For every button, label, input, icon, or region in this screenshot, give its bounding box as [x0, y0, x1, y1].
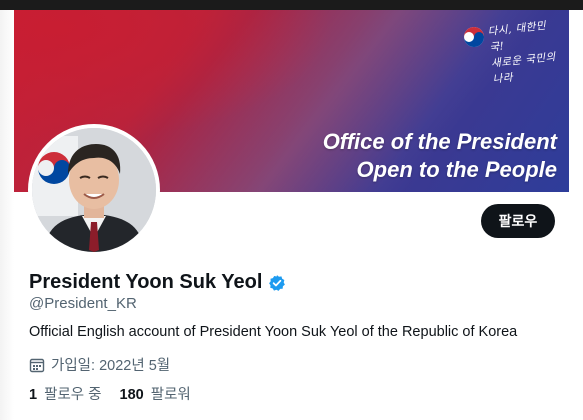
bio: Official English account of President Yo… [29, 324, 518, 340]
banner-logo: 다시, 대한민국! 새로운 국민의 나라 [463, 20, 556, 86]
joined-date: 가입일: 2022년 5월 [29, 354, 170, 375]
calendar-icon [29, 358, 45, 372]
handle: @President_KR [29, 295, 137, 312]
following-label: 팔로우 중 [44, 387, 102, 403]
banner-title: Office of the President Open to the Peop… [323, 128, 557, 184]
follow-stats: 1 팔로우 중 180 팔로워 [29, 383, 209, 404]
left-gutter [0, 10, 14, 420]
joined-date-text: 가입일: 2022년 5월 [51, 358, 171, 374]
avatar-photo [32, 128, 156, 252]
banner-slogan: 다시, 대한민국! 새로운 국민의 나라 [487, 17, 563, 88]
banner-title-line1: Office of the President [322, 129, 557, 154]
avatar[interactable] [28, 124, 160, 256]
followers-label: 팔로워 [150, 387, 191, 403]
taegeuk-logo-icon [464, 27, 484, 47]
following-count: 1 [29, 387, 38, 403]
profile-page: 다시, 대한민국! 새로운 국민의 나라 Office of the Presi… [0, 0, 583, 420]
verified-badge-icon[interactable] [268, 274, 286, 292]
banner-title-line2: Open to the People [356, 157, 557, 182]
following-stat[interactable]: 1 팔로우 중 [29, 383, 102, 404]
followers-stat[interactable]: 180 팔로워 [120, 383, 191, 404]
follow-button[interactable]: 팔로우 [481, 204, 555, 238]
display-name-text: President Yoon Suk Yeol [29, 271, 263, 293]
followers-count: 180 [119, 387, 144, 403]
display-name: President Yoon Suk Yeol [29, 271, 286, 294]
top-strip [0, 0, 583, 10]
